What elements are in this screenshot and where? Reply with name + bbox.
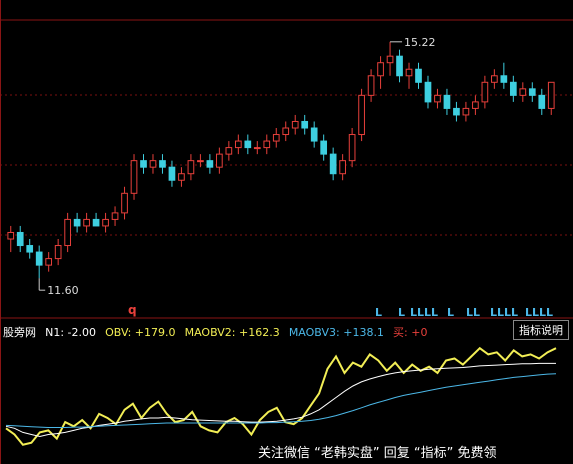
candle-body [54, 245, 62, 260]
candle-body [377, 62, 384, 77]
candle-body [272, 134, 280, 142]
candle-body [225, 147, 233, 155]
candle-body [92, 218, 100, 227]
buy-flag: L [424, 306, 431, 319]
candle-body [197, 160, 204, 163]
candle-body [519, 88, 527, 96]
candle-body [102, 218, 109, 227]
candle-body [320, 140, 328, 155]
candle-body [178, 173, 185, 181]
buy-flag: L [497, 306, 504, 319]
buy-flag: L [473, 306, 480, 319]
candle-body [453, 107, 460, 116]
candle-body [234, 140, 242, 149]
candle-body [481, 81, 489, 103]
candle-body [462, 107, 470, 116]
promo-footer-text: 关注微信 “老韩实盘” 回复 “指标” 免费领 [258, 446, 497, 461]
candle-body [348, 134, 356, 162]
candle-body [329, 153, 337, 175]
candle-body [45, 258, 53, 266]
indicator-panel [5, 346, 557, 446]
high-price-label: 15.22 [404, 36, 436, 49]
maobv2-value: MAOBV2: +162.3 [184, 326, 280, 339]
candle-body [111, 212, 119, 220]
indicator-legend: 股旁网 N1: -2.00 OBV: +179.0 MAOBV2: +162.3… [0, 321, 573, 339]
buy-flag: L [375, 306, 382, 319]
buy-flag: L [398, 306, 405, 319]
candle-body [509, 81, 517, 96]
candle-body [168, 166, 176, 181]
buy-flag: L [431, 306, 438, 319]
candle-body [291, 120, 299, 129]
buy-flag: L [504, 306, 511, 319]
buy-flag: L [466, 306, 473, 319]
series-obv-line [5, 346, 557, 446]
price-panel: 15.2211.60q L L L L L L L L L L L L L L L L L [0, 0, 573, 464]
candle-body [35, 251, 43, 266]
candle-body [358, 94, 365, 136]
candle-body [491, 75, 498, 83]
q-marker: q [128, 303, 137, 317]
candle-body [253, 147, 261, 150]
candle-body [140, 160, 147, 168]
candle-body [206, 160, 214, 168]
candle-body [367, 75, 375, 96]
buy-flag: L [532, 306, 539, 319]
buy-flag: L [539, 306, 546, 319]
candle-body [121, 192, 128, 214]
maobv3-value: MAOBV3: +138.1 [288, 326, 384, 339]
candle-body [547, 81, 555, 109]
candle-body [16, 231, 24, 247]
candle-body [500, 75, 508, 83]
candle-body [187, 160, 195, 175]
candle-body [301, 120, 309, 129]
candle-body [528, 88, 536, 96]
n1-value: N1: -2.00 [45, 326, 96, 339]
candle-body [396, 55, 403, 77]
candle-body [26, 245, 34, 253]
candle-body [263, 140, 271, 149]
candle-body [64, 218, 71, 247]
candle-body [216, 153, 223, 168]
buy-flag: L [490, 306, 497, 319]
candle-body [339, 160, 346, 175]
candle-body [83, 218, 90, 227]
candle-body [538, 94, 546, 109]
buy-flag: L [546, 306, 553, 319]
buy-flag: L [447, 306, 454, 319]
candle-body [386, 55, 394, 64]
buy-flag: L [511, 306, 518, 319]
candle-body [282, 127, 290, 136]
candle-body [415, 68, 422, 83]
indicator-explain-button[interactable]: 指标说明 [513, 320, 569, 340]
candle-body [405, 68, 413, 77]
candle-body [310, 127, 318, 142]
buy-value: 买: +0 [393, 326, 428, 339]
candle-body [244, 140, 252, 149]
candle-body [159, 160, 166, 168]
low-price-label: 11.60 [47, 284, 78, 297]
series-maobv3-line [5, 373, 557, 428]
buy-flag: L [410, 306, 417, 319]
candle-body [472, 101, 479, 109]
buy-flag: L [417, 306, 424, 319]
candle-body [7, 231, 15, 240]
buy-flag: L [525, 306, 532, 319]
chart-canvas: 15.2211.60q L L L L L L L L L L L L L L L L L [0, 0, 573, 464]
candle-body [73, 218, 81, 227]
candle-body [443, 94, 451, 109]
candle-body [434, 94, 441, 103]
candle-body [130, 160, 138, 194]
indicator-name: 股旁网 [3, 326, 36, 339]
candle-body [424, 81, 432, 103]
candle-body [149, 160, 157, 168]
obv-value: OBV: +179.0 [105, 326, 176, 339]
